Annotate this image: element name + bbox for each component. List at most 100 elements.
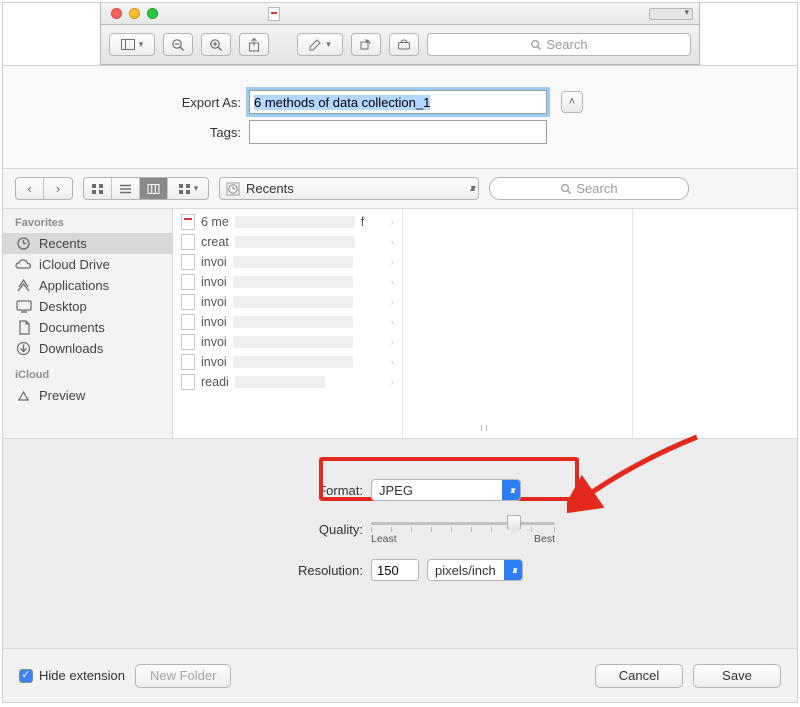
file-row[interactable]: invoi› bbox=[173, 312, 402, 332]
file-icon bbox=[181, 294, 195, 310]
dialog-footer: ✓ Hide extension New Folder Cancel Save bbox=[3, 648, 797, 702]
minimize-window-button[interactable] bbox=[129, 8, 140, 19]
new-folder-button[interactable]: New Folder bbox=[135, 664, 231, 688]
finder-search-field[interactable]: Search bbox=[489, 177, 689, 200]
cloud-icon bbox=[15, 258, 32, 271]
titlebar-dropdown[interactable] bbox=[649, 8, 693, 20]
sidebar-item-label: Downloads bbox=[39, 341, 103, 356]
apps-icon bbox=[15, 278, 32, 293]
sidebar-item-label: Documents bbox=[39, 320, 105, 335]
list-view-button[interactable] bbox=[112, 178, 140, 199]
sidebar-item-label: Recents bbox=[39, 236, 87, 251]
file-icon bbox=[181, 274, 195, 290]
nav-back-forward: ‹ › bbox=[15, 177, 73, 200]
search-icon bbox=[530, 39, 542, 51]
close-window-button[interactable] bbox=[111, 8, 122, 19]
preview-icon bbox=[15, 388, 32, 403]
chevron-right-icon: › bbox=[391, 317, 394, 328]
share-button[interactable] bbox=[239, 33, 269, 56]
file-row[interactable]: invoi› bbox=[173, 252, 402, 272]
format-popup[interactable]: JPEG ▴▾ bbox=[371, 479, 521, 501]
resolution-label: Resolution: bbox=[283, 563, 363, 578]
sidebar-header-favorites: Favorites bbox=[3, 213, 172, 233]
file-icon bbox=[181, 314, 195, 330]
tags-input[interactable] bbox=[249, 120, 547, 144]
format-label: Format: bbox=[283, 483, 363, 498]
file-column-view: 6 mef› creat› invoi› invoi› invoi› invoi… bbox=[173, 209, 797, 438]
resize-handle-icon[interactable]: ıı bbox=[480, 422, 490, 434]
resolution-unit-value: pixels/inch bbox=[435, 563, 496, 578]
clock-icon bbox=[226, 182, 240, 196]
file-row[interactable]: invoi› bbox=[173, 332, 402, 352]
document-pdf-icon bbox=[268, 7, 280, 21]
forward-button[interactable]: › bbox=[44, 178, 72, 199]
quality-least-label: Least bbox=[371, 533, 397, 545]
chevron-right-icon: › bbox=[391, 257, 394, 268]
sidebar-item-documents[interactable]: Documents bbox=[3, 317, 172, 338]
chevron-right-icon: › bbox=[391, 377, 394, 388]
file-icon bbox=[181, 334, 195, 350]
zoom-out-button[interactable] bbox=[163, 33, 193, 56]
file-row[interactable]: invoi› bbox=[173, 352, 402, 372]
chevron-right-icon: › bbox=[391, 357, 394, 368]
gallery-view-button[interactable]: ▾ bbox=[168, 178, 208, 199]
clock-icon bbox=[15, 236, 32, 251]
zoom-in-button[interactable] bbox=[201, 33, 231, 56]
sidebar-header-icloud: iCloud bbox=[3, 365, 172, 385]
markup-button[interactable] bbox=[389, 33, 419, 56]
cancel-button[interactable]: Cancel bbox=[595, 664, 683, 688]
sidebar-item-label: iCloud Drive bbox=[39, 257, 110, 272]
location-popup[interactable]: Recents ▴▾ bbox=[219, 177, 479, 200]
file-row[interactable]: readi› bbox=[173, 372, 402, 392]
finder-search-placeholder: Search bbox=[576, 181, 617, 196]
back-button[interactable]: ‹ bbox=[16, 178, 44, 199]
sidebar-item-icloud-drive[interactable]: iCloud Drive bbox=[3, 254, 172, 275]
sidebar-item-applications[interactable]: Applications bbox=[3, 275, 172, 296]
quality-best-label: Best bbox=[534, 533, 555, 545]
sidebar-item-desktop[interactable]: Desktop bbox=[3, 296, 172, 317]
app-search-field[interactable]: Search bbox=[427, 33, 691, 56]
chevron-right-icon: › bbox=[391, 217, 394, 228]
collapse-sheet-button[interactable]: ˄ bbox=[561, 91, 583, 113]
checkbox-checked-icon: ✓ bbox=[19, 669, 33, 683]
finder-sidebar: Favorites Recents iCloud Drive Applicati… bbox=[3, 209, 173, 438]
sidebar-item-recents[interactable]: Recents bbox=[3, 233, 172, 254]
export-options: Format: JPEG ▴▾ Quality: Least Best bbox=[3, 439, 797, 648]
file-icon bbox=[181, 254, 195, 270]
finder-toolbar: ‹ › ▾ Recents ▴▾ bbox=[3, 169, 797, 209]
app-toolbar: Search bbox=[100, 25, 700, 65]
zoom-window-button[interactable] bbox=[147, 8, 158, 19]
resolution-input[interactable] bbox=[371, 559, 419, 581]
chevron-right-icon: › bbox=[391, 297, 394, 308]
sidebar-item-label: Desktop bbox=[39, 299, 87, 314]
rotate-button[interactable] bbox=[351, 33, 381, 56]
file-row[interactable]: invoi› bbox=[173, 272, 402, 292]
hide-extension-label: Hide extension bbox=[39, 668, 125, 683]
app-titlebar bbox=[100, 3, 700, 25]
file-icon bbox=[181, 374, 195, 390]
file-row[interactable]: invoi› bbox=[173, 292, 402, 312]
downloads-icon bbox=[15, 341, 32, 356]
sidebar-item-preview[interactable]: Preview bbox=[3, 385, 172, 406]
column-view-button[interactable] bbox=[140, 178, 168, 199]
tags-label: Tags: bbox=[163, 125, 241, 140]
sidebar-toggle-button[interactable] bbox=[109, 33, 155, 56]
highlight-tool-button[interactable] bbox=[297, 33, 343, 56]
view-mode-segment: ▾ bbox=[83, 177, 209, 200]
chevron-updown-icon: ▴▾ bbox=[470, 183, 472, 194]
file-row[interactable]: creat› bbox=[173, 232, 402, 252]
export-as-input[interactable] bbox=[249, 90, 547, 114]
icon-view-button[interactable] bbox=[84, 178, 112, 199]
hide-extension-checkbox[interactable]: ✓ Hide extension bbox=[19, 668, 125, 683]
search-icon bbox=[560, 183, 572, 195]
save-button[interactable]: Save bbox=[693, 664, 781, 688]
chevron-right-icon: › bbox=[391, 337, 394, 348]
app-search-placeholder: Search bbox=[546, 37, 587, 52]
resolution-unit-popup[interactable]: pixels/inch ▴▾ bbox=[427, 559, 523, 581]
chevron-right-icon: › bbox=[391, 277, 394, 288]
export-sheet-header: Export As: ˄ Tags: bbox=[3, 65, 797, 169]
file-row[interactable]: 6 mef› bbox=[173, 212, 402, 232]
sidebar-item-downloads[interactable]: Downloads bbox=[3, 338, 172, 359]
quality-slider[interactable] bbox=[371, 513, 555, 533]
file-icon bbox=[181, 354, 195, 370]
